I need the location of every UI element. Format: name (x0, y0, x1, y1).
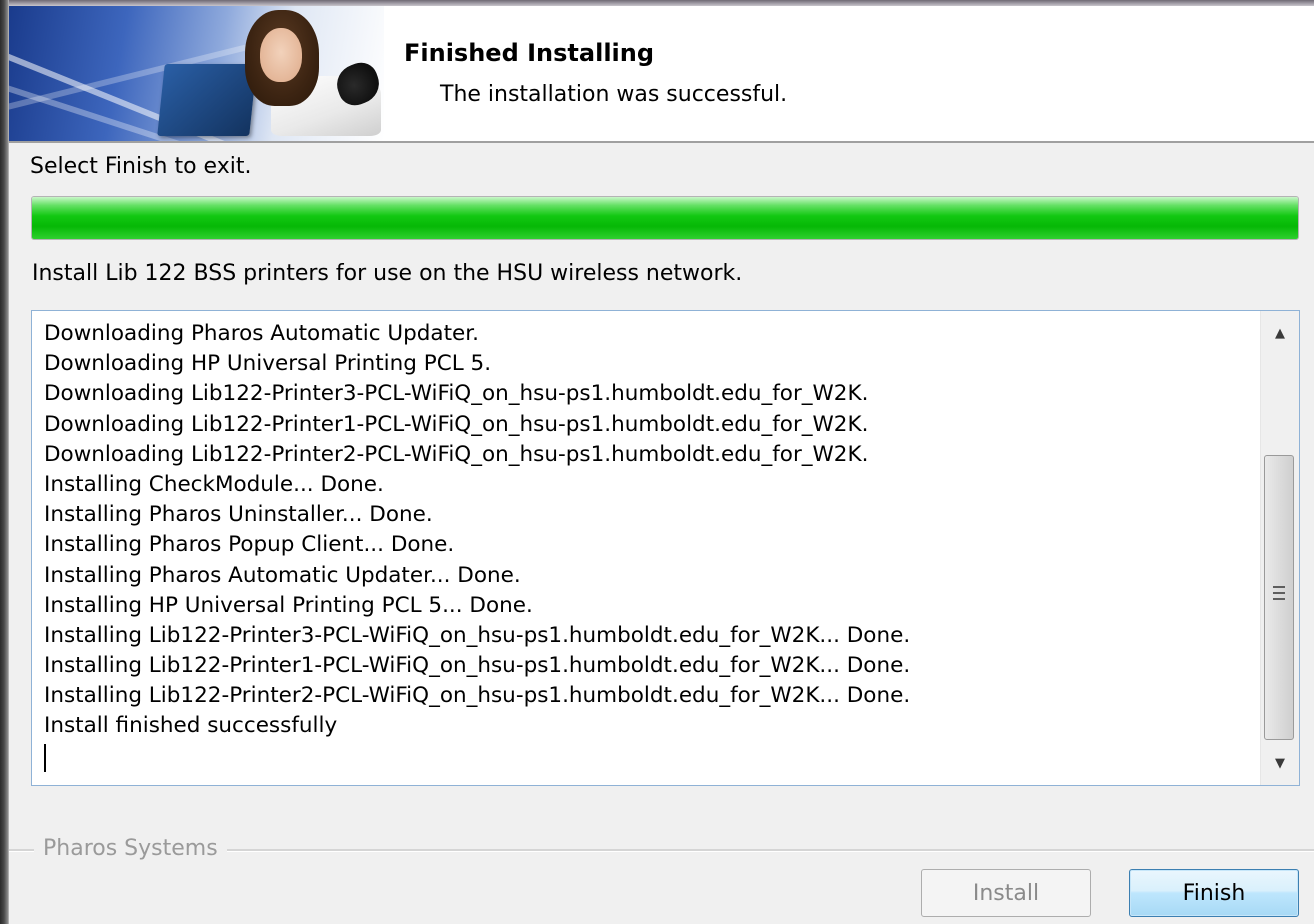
install-log-lines: Downloading Pharos Automatic Updater. Do… (44, 319, 1259, 772)
page-title: Finished Installing (404, 39, 655, 67)
log-line: Installing Pharos Automatic Updater... D… (44, 562, 521, 588)
log-line: Installing HP Universal Printing PCL 5..… (44, 592, 533, 618)
log-line: Downloading HP Universal Printing PCL 5. (44, 351, 492, 377)
scroll-down-arrow-icon[interactable]: ▼ (1261, 741, 1299, 785)
scroll-grip-icon (1273, 586, 1285, 600)
log-line: Installing Lib122-Printer1-PCL-WiFiQ_on_… (44, 653, 911, 679)
log-line: Installing CheckModule... Done. (44, 471, 384, 497)
laptop-graphic (157, 64, 257, 136)
log-line: Installing Lib122-Printer2-PCL-WiFiQ_on_… (44, 683, 911, 709)
header-banner-image (9, 6, 384, 141)
installer-window: Finished Installing The installation was… (0, 0, 1314, 924)
log-line: Downloading Pharos Automatic Updater. (44, 321, 479, 346)
log-line: Downloading Lib122-Printer3-PCL-WiFiQ_on… (44, 381, 869, 407)
progress-bar-fill (32, 197, 1298, 239)
page-subtitle: The installation was successful. (440, 82, 788, 107)
progress-bar (31, 196, 1299, 240)
install-button[interactable]: Install (921, 869, 1091, 917)
window-left-frame (0, 0, 9, 924)
log-line: Downloading Lib122-Printer2-PCL-WiFiQ_on… (44, 441, 869, 467)
log-line: Installing Lib122-Printer3-PCL-WiFiQ_on_… (44, 622, 911, 648)
install-log-textbox[interactable]: Downloading Pharos Automatic Updater. Do… (31, 310, 1300, 786)
log-scrollbar[interactable]: ▲ ▼ (1260, 311, 1299, 785)
finish-button[interactable]: Finish (1129, 869, 1299, 917)
scroll-up-arrow-icon[interactable]: ▲ (1261, 311, 1299, 355)
instruction-text: Select Finish to exit. (30, 154, 252, 179)
scrollbar-thumb[interactable] (1264, 455, 1294, 740)
log-line: Installing Pharos Uninstaller... Done. (44, 502, 433, 528)
log-line: Downloading Lib122-Printer1-PCL-WiFiQ_on… (44, 411, 869, 437)
brand-label: Pharos Systems (34, 836, 227, 861)
log-line: Installing Pharos Popup Client... Done. (44, 532, 455, 558)
text-caret (44, 743, 46, 772)
installer-header: Finished Installing The installation was… (9, 6, 1314, 143)
person-face-graphic (260, 28, 302, 82)
install-description: Install Lib 122 BSS printers for use on … (32, 261, 743, 286)
log-line: Install finished successfully (44, 713, 338, 739)
